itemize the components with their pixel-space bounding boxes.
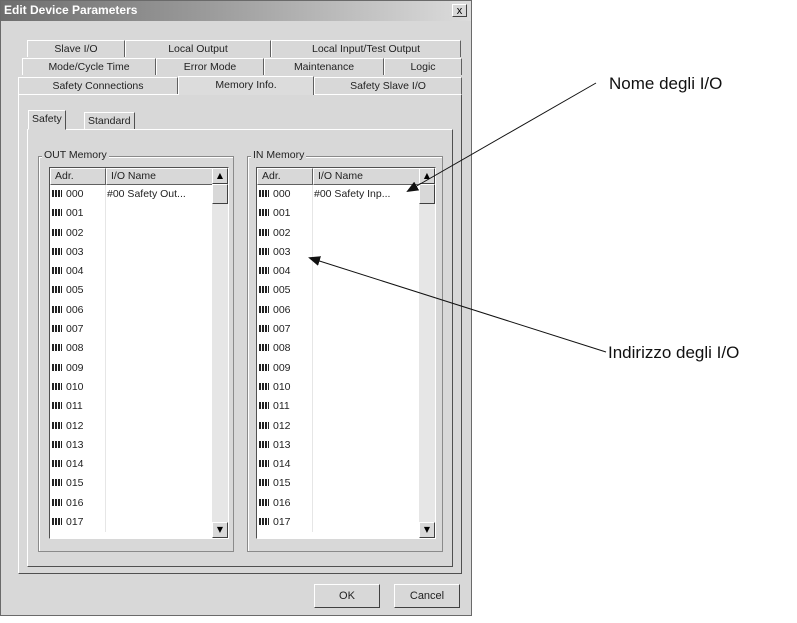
callout-io-address: Indirizzo degli I/O <box>608 343 740 362</box>
arrow-io-name <box>406 82 597 192</box>
callout-io-name: Nome degli I/O <box>609 74 723 93</box>
subtab-safety[interactable]: Safety <box>28 110 66 130</box>
tab-memory-info[interactable]: Memory Info. <box>178 76 314 95</box>
arrow-io-address <box>308 256 607 353</box>
